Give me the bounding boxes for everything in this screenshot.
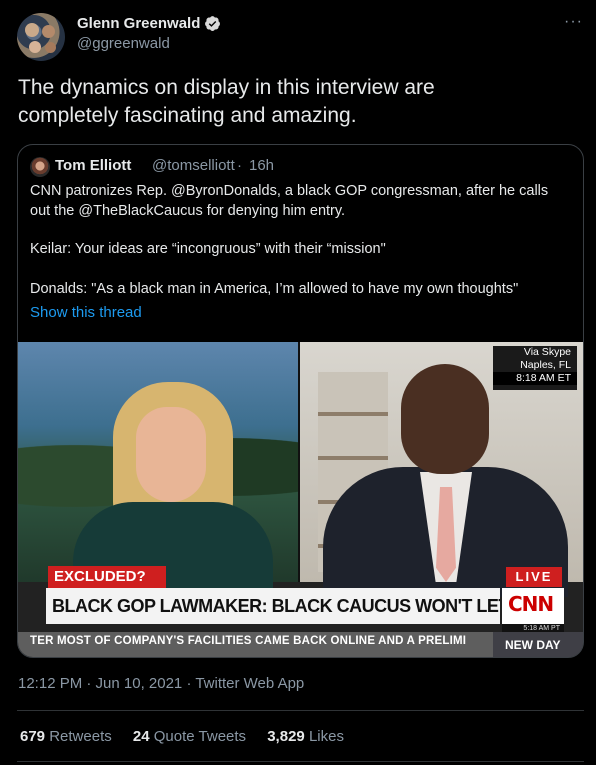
divider xyxy=(17,710,584,711)
verified-badge-icon xyxy=(205,16,220,31)
skype-location-box: Via Skype Naples, FL 8:18 AM ET xyxy=(493,346,577,390)
quote-text-line: out the @TheBlackCaucus for denying him … xyxy=(30,203,346,219)
quote-author-avatar xyxy=(30,157,50,177)
chyron-headline: BLACK GOP LAWMAKER: BLACK CAUCUS WON'T L… xyxy=(46,588,500,624)
tweet-text-line: The dynamics on display in this intervie… xyxy=(18,76,435,99)
quote-author-handle: @tomselliott xyxy=(152,157,235,174)
quote-text-line: Keilar: Your ideas are “incongruous” wit… xyxy=(30,241,386,257)
live-badge: LIVE xyxy=(506,567,562,587)
show-thread-link[interactable]: Show this thread xyxy=(30,304,142,321)
quoted-tweet[interactable]: Tom Elliott @tomselliott · 16h CNN patro… xyxy=(17,144,584,658)
tweet-timestamp[interactable]: 12:12 PM · Jun 10, 2021 · Twitter Web Ap… xyxy=(18,675,304,692)
tweet-text-line: completely fascinating and amazing. xyxy=(18,104,357,127)
tweet: Glenn Greenwald @ggreenwald ··· The dyna… xyxy=(0,0,596,765)
author-avatar[interactable] xyxy=(17,13,65,61)
divider xyxy=(17,761,584,762)
quote-tweets-stat[interactable]: 24 Quote Tweets xyxy=(133,728,246,745)
quote-text-line: Donalds: "As a black man in America, I’m… xyxy=(30,281,519,297)
excluded-banner: EXCLUDED? xyxy=(48,566,166,588)
show-name-badge: NEW DAY xyxy=(493,632,583,657)
quote-timestamp: 16h xyxy=(249,157,275,174)
more-options-icon[interactable]: ··· xyxy=(564,13,583,31)
author-handle[interactable]: @ggreenwald xyxy=(77,35,170,52)
cnn-logo: CNN xyxy=(502,588,564,624)
quote-author-name: Tom Elliott xyxy=(55,157,132,174)
retweets-stat[interactable]: 679 Retweets xyxy=(20,728,112,745)
quote-text-line: CNN patronizes Rep. @ByronDonalds, a bla… xyxy=(30,183,549,199)
author-name[interactable]: Glenn Greenwald xyxy=(77,15,200,32)
quote-separator: · xyxy=(237,157,242,174)
tweet-stats: 679 Retweets 24 Quote Tweets 3,829 Likes xyxy=(20,728,361,745)
video-player[interactable]: Via Skype Naples, FL 8:18 AM ET EXCLUDED… xyxy=(18,342,583,657)
tweet-text: The dynamics on display in this intervie… xyxy=(18,74,578,130)
likes-stat[interactable]: 3,829 Likes xyxy=(267,728,344,745)
